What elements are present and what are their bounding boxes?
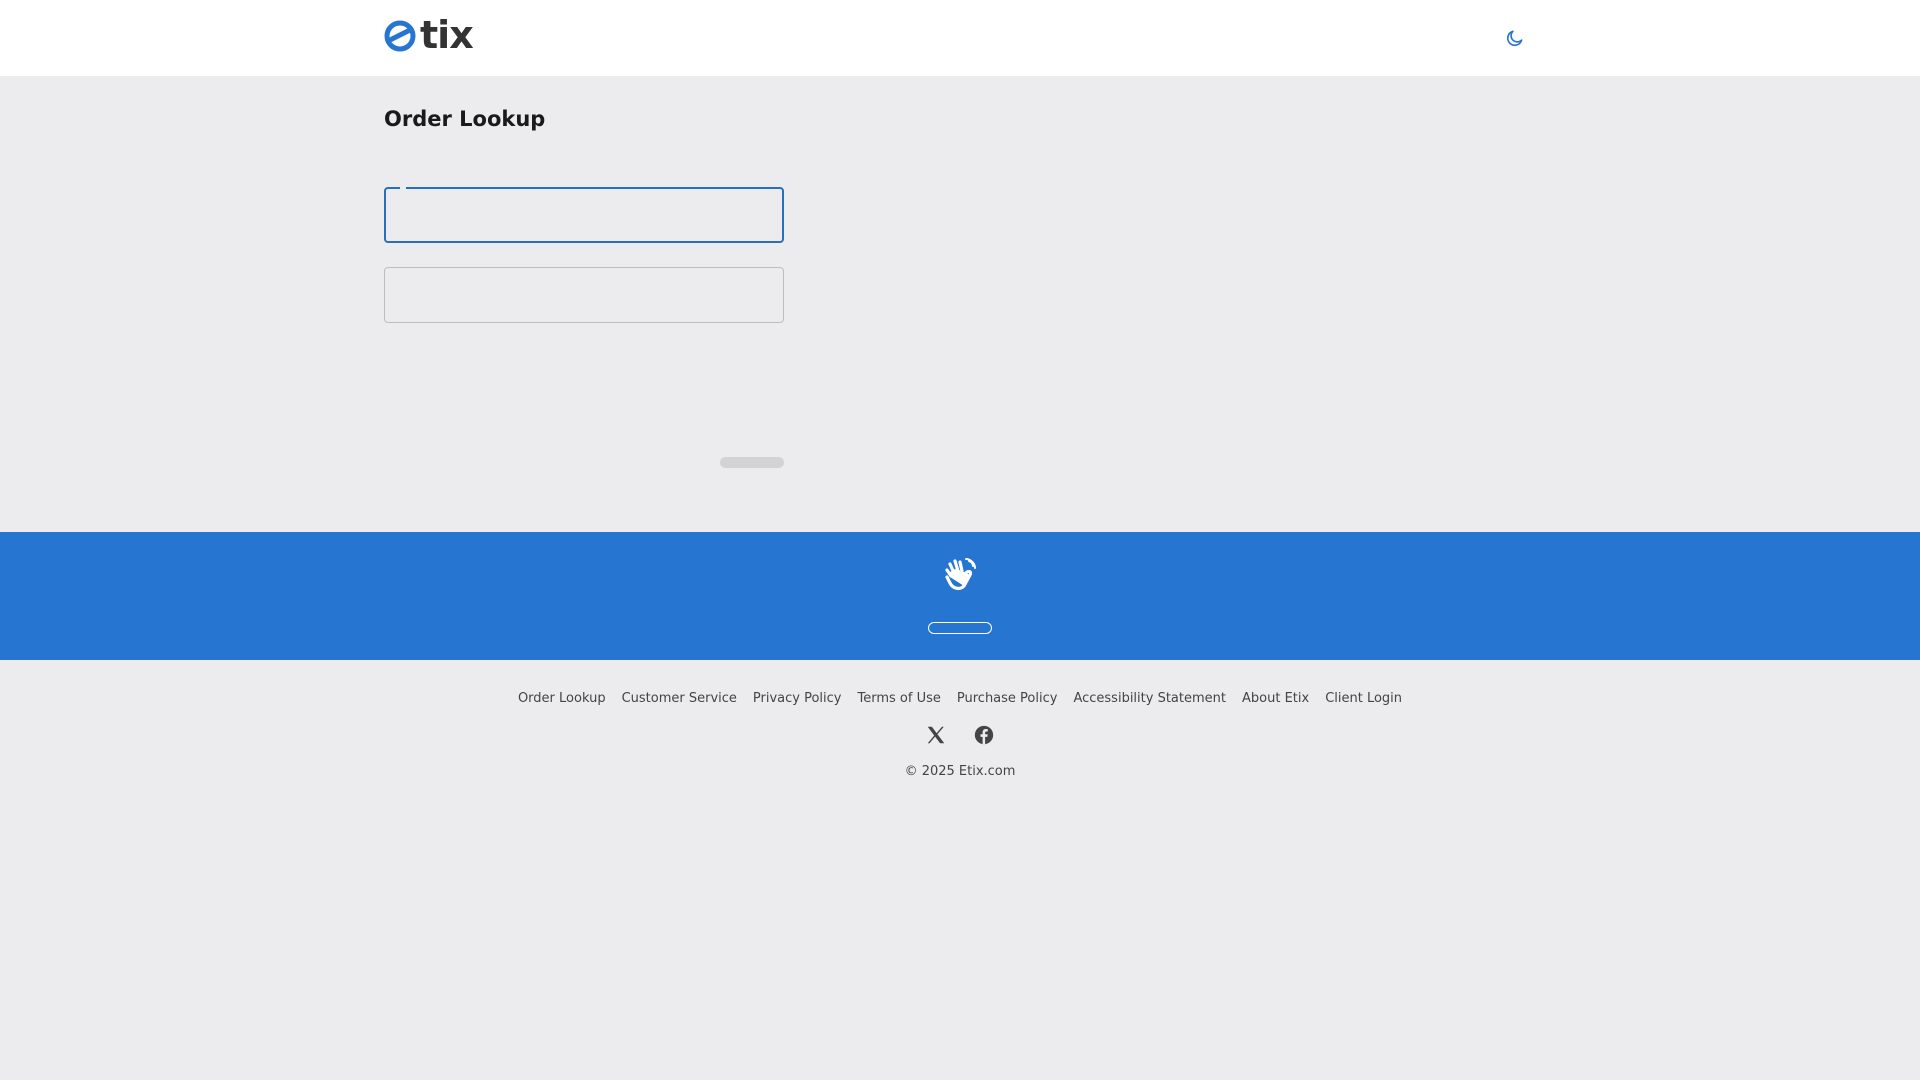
order-input-1[interactable] bbox=[386, 189, 782, 241]
footer-link-customer-service[interactable]: Customer Service bbox=[622, 691, 737, 706]
order-field-2[interactable] bbox=[384, 267, 784, 323]
footer-link-accessibility[interactable]: Accessibility Statement bbox=[1073, 691, 1226, 706]
theme-toggle-button[interactable] bbox=[1503, 26, 1527, 50]
page-title: Order Lookup bbox=[384, 107, 546, 131]
site-header: tix bbox=[0, 0, 1920, 76]
facebook-logo-glyph bbox=[974, 725, 994, 745]
submit-button[interactable] bbox=[720, 457, 784, 468]
social-links bbox=[0, 723, 1920, 747]
footer-link-privacy-policy[interactable]: Privacy Policy bbox=[753, 691, 842, 706]
order-field-1[interactable] bbox=[384, 186, 784, 243]
x-logo-glyph bbox=[927, 726, 945, 744]
footer-link-about-etix[interactable]: About Etix bbox=[1242, 691, 1309, 706]
field-label-notch bbox=[400, 186, 406, 190]
footer-link-purchase-policy[interactable]: Purchase Policy bbox=[957, 691, 1058, 706]
etix-logo-e-mark bbox=[384, 20, 416, 52]
moon-icon bbox=[1506, 30, 1523, 47]
etix-logo[interactable]: tix bbox=[384, 13, 474, 57]
footer-link-order-lookup[interactable]: Order Lookup bbox=[518, 691, 606, 706]
blue-banner bbox=[0, 532, 1920, 660]
x-twitter-icon[interactable] bbox=[924, 723, 948, 747]
site-footer: Order Lookup Customer Service Privacy Po… bbox=[0, 660, 1920, 1080]
order-input-2[interactable] bbox=[385, 268, 783, 322]
waving-hand-icon bbox=[945, 558, 976, 590]
copyright-text: © 2025 Etix.com bbox=[904, 764, 1016, 779]
banner-button[interactable] bbox=[928, 622, 992, 634]
footer-link-client-login[interactable]: Client Login bbox=[1325, 691, 1402, 706]
footer-links: Order Lookup Customer Service Privacy Po… bbox=[0, 691, 1920, 706]
main-content: Order Lookup bbox=[0, 76, 1920, 532]
footer-link-terms-of-use[interactable]: Terms of Use bbox=[858, 691, 941, 706]
facebook-icon[interactable] bbox=[972, 723, 996, 747]
logo-text: tix bbox=[420, 13, 474, 57]
